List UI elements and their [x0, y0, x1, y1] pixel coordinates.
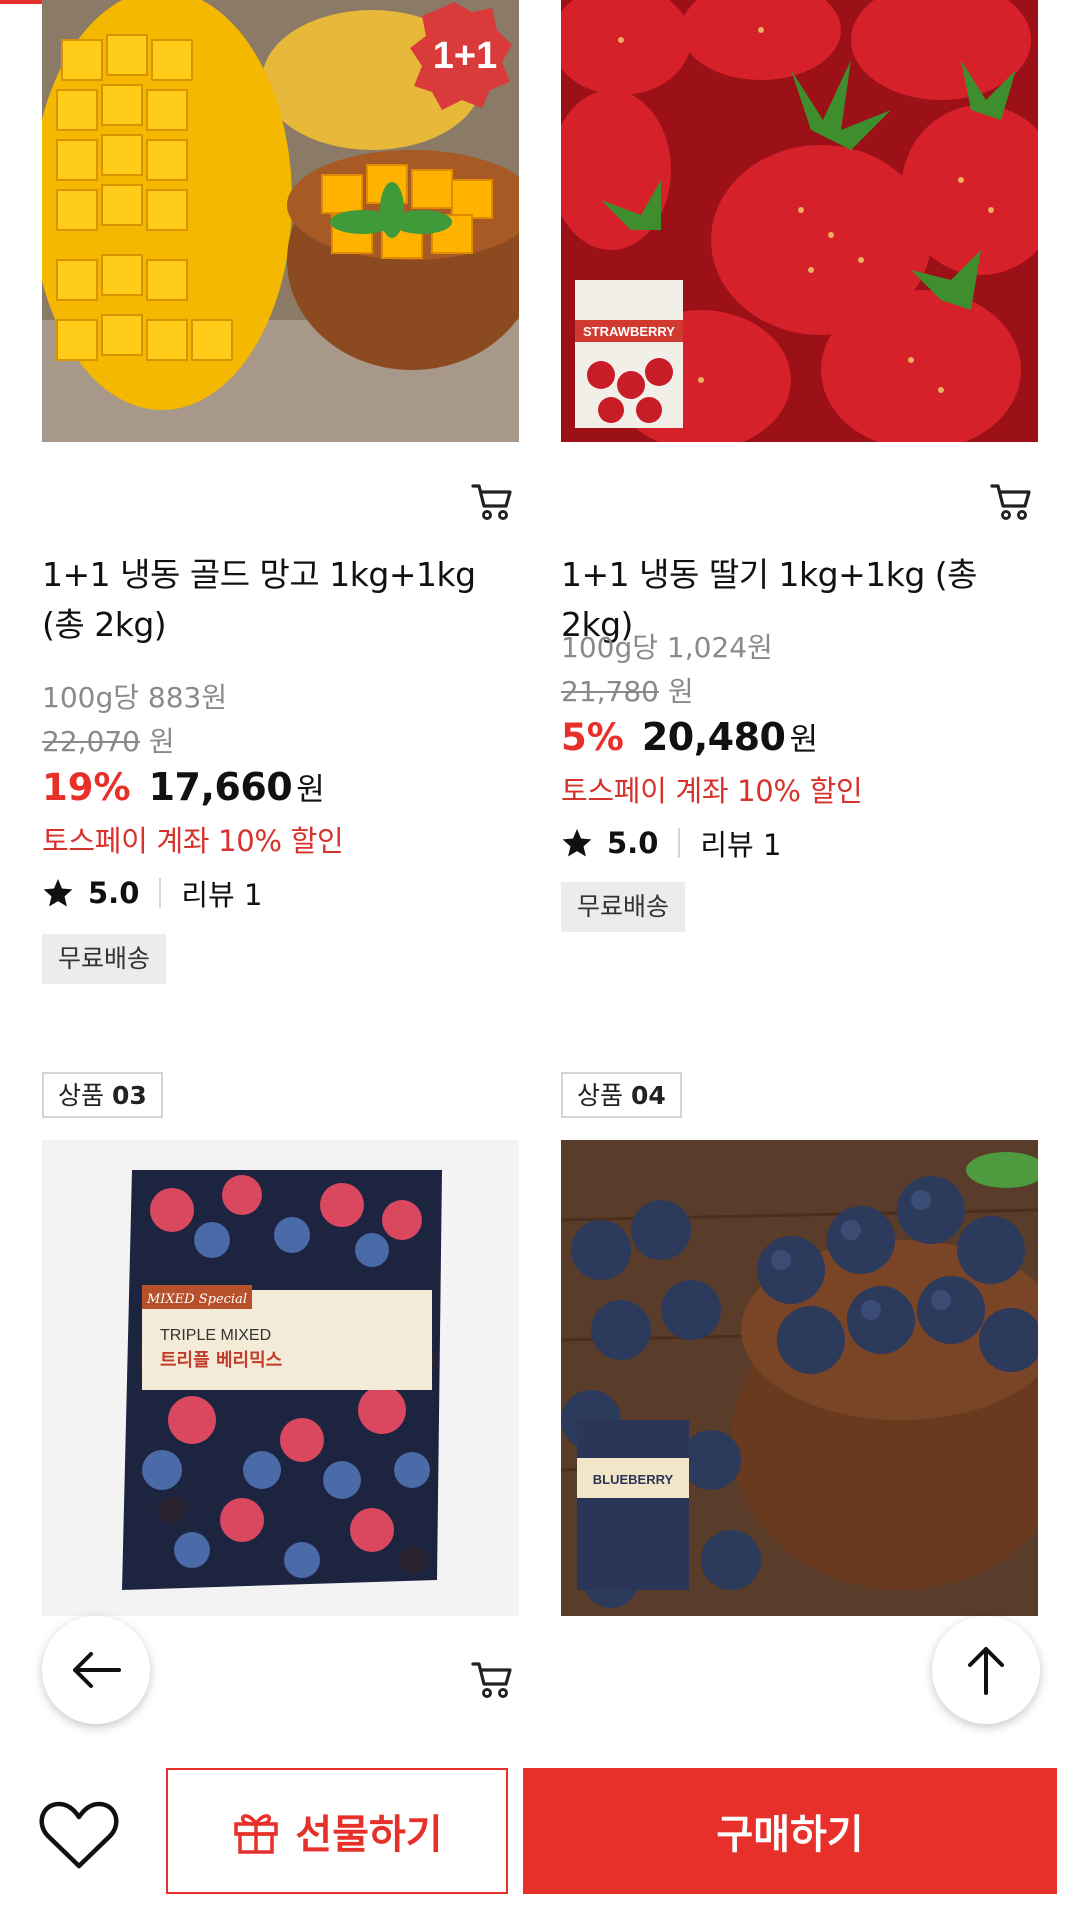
package-title-ko: 트리플 베리믹스 — [160, 1350, 282, 1371]
unit-price: 100g당 1,024원 — [561, 631, 773, 664]
original-price-value: 22,070 — [42, 725, 140, 758]
promo-badge-text: 1+1 — [433, 35, 497, 77]
rating-score: 5.0 — [607, 826, 659, 860]
cart-icon — [471, 1662, 512, 1698]
product-number-label: 상품 04 — [561, 1072, 682, 1118]
currency: 원 — [296, 772, 325, 808]
heart-icon — [39, 1801, 119, 1869]
cart-icon — [990, 484, 1031, 520]
back-arrow-icon — [73, 1652, 121, 1688]
original-price: 22,070 원 — [42, 720, 175, 760]
add-to-cart-button[interactable] — [989, 478, 1033, 522]
buy-button[interactable]: 구매하기 — [523, 1768, 1057, 1894]
arrow-up-icon — [968, 1647, 1004, 1695]
rating-row: 5.0 리뷰 1 — [42, 872, 262, 914]
rating-row: 5.0 리뷰 1 — [561, 822, 781, 864]
package-text: BLUEBERRY — [593, 1472, 674, 1487]
unit-price: 100g당 883원 — [42, 681, 228, 714]
rating-score: 5.0 — [88, 876, 140, 910]
add-to-cart-button[interactable] — [470, 1656, 514, 1700]
free-shipping-badge: 무료배송 — [561, 882, 686, 932]
price-value: 17,660 — [148, 765, 293, 809]
product-title[interactable]: 1+1 냉동 골드 망고 1kg+1kg (총 2kg) — [42, 550, 519, 650]
wishlist-button[interactable] — [38, 1798, 120, 1872]
product-image-strawberry[interactable]: STRAWBERRY — [561, 0, 1038, 442]
review-count[interactable]: 리뷰 1 — [181, 872, 262, 914]
sale-price: 5% 20,480 원 — [561, 714, 818, 759]
cart-icon — [471, 484, 512, 520]
product-image-mango[interactable]: 1+1 — [42, 0, 519, 442]
package-brand: MIXED Special — [146, 1292, 247, 1307]
divider — [159, 878, 162, 908]
label-prefix: 상품 — [58, 1081, 105, 1110]
currency: 원 — [667, 675, 694, 708]
package-title-en: TRIPLE MIXED — [160, 1327, 271, 1344]
gift-button-label: 선물하기 — [295, 1812, 443, 1858]
payment-promo: 토스페이 계좌 10% 할인 — [42, 824, 344, 858]
label-number: 03 — [111, 1081, 147, 1110]
label-number: 04 — [630, 1081, 666, 1110]
review-count[interactable]: 리뷰 1 — [700, 822, 781, 864]
discount-rate: 5% — [561, 716, 624, 759]
product-image-triple-berry[interactable]: MIXED Special TRIPLE MIXED 트리플 베리믹스 — [42, 1140, 519, 1616]
star-icon — [562, 829, 592, 857]
label-prefix: 상품 — [577, 1081, 624, 1110]
back-button[interactable] — [42, 1616, 150, 1724]
product-image-blueberry[interactable]: BLUEBERRY — [561, 1140, 1038, 1616]
buy-button-label: 구매하기 — [716, 1812, 864, 1858]
original-price-value: 21,780 — [561, 675, 659, 708]
price-value: 20,480 — [641, 715, 786, 759]
add-to-cart-button[interactable] — [470, 478, 514, 522]
divider — [678, 828, 681, 858]
free-shipping-badge: 무료배송 — [42, 934, 167, 984]
discount-rate: 19% — [42, 766, 131, 809]
original-price: 21,780 원 — [561, 670, 694, 710]
currency: 원 — [148, 725, 175, 758]
bottom-action-bar: 선물하기 구매하기 — [0, 1748, 1080, 1909]
payment-promo: 토스페이 계좌 10% 할인 — [561, 774, 863, 808]
gift-button[interactable]: 선물하기 — [166, 1768, 508, 1894]
scroll-to-top-button[interactable] — [932, 1616, 1040, 1724]
currency: 원 — [789, 722, 818, 758]
sale-price: 19% 17,660 원 — [42, 764, 325, 809]
product-number-label: 상품 03 — [42, 1072, 163, 1118]
package-text: STRAWBERRY — [583, 324, 675, 339]
star-icon — [43, 879, 73, 907]
gift-icon — [234, 1814, 279, 1854]
